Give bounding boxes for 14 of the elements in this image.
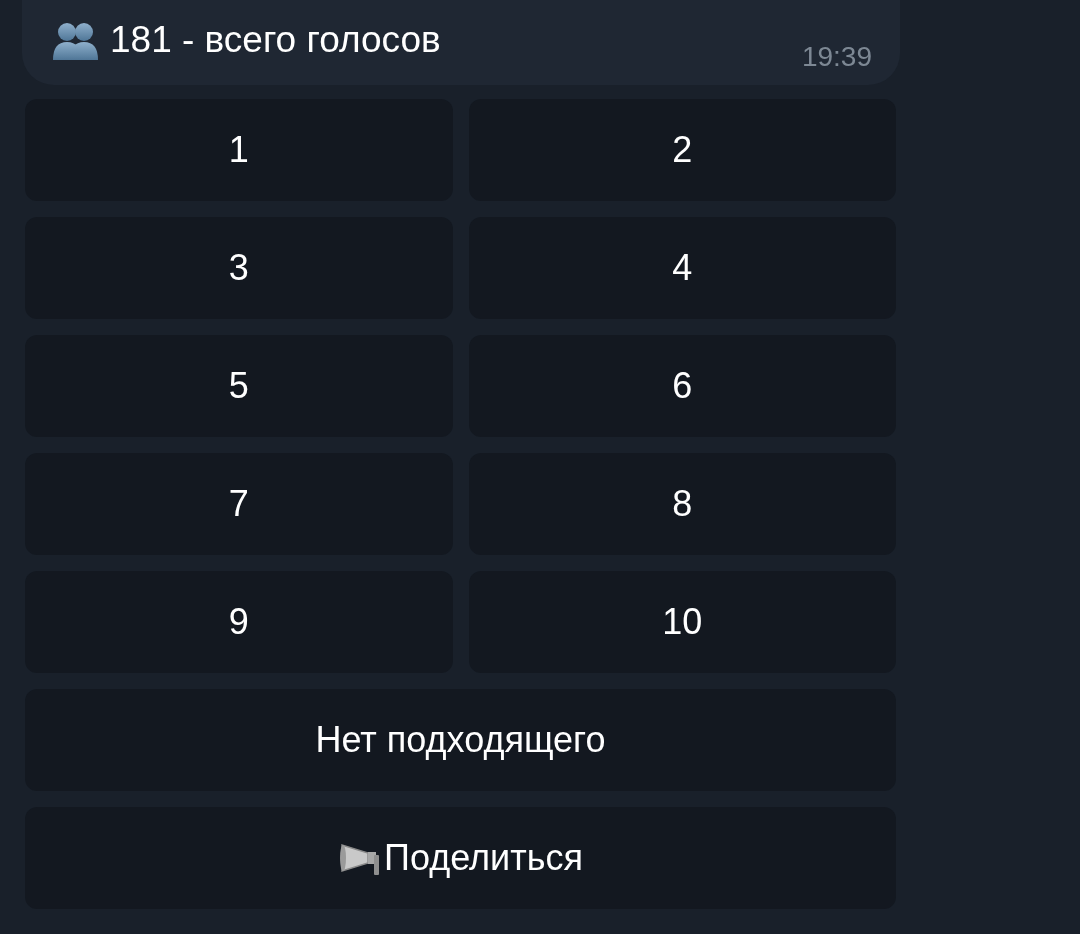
keyboard-button[interactable]: 7 <box>25 453 453 555</box>
keyboard-button[interactable]: 1 <box>25 99 453 201</box>
keyboard-button[interactable]: 8 <box>468 453 896 555</box>
keyboard-button[interactable]: 4 <box>468 217 896 319</box>
keyboard-button[interactable]: 9 <box>25 571 453 673</box>
message-time: 19:39 <box>801 40 872 74</box>
keyboard-button[interactable]: 6 <box>468 335 896 437</box>
keyboard-button[interactable]: 10 <box>468 571 896 673</box>
message-text: 181 - всего голосов <box>110 18 441 62</box>
keyboard-button[interactable]: Поделиться <box>25 807 896 909</box>
keyboard-button[interactable]: 2 <box>468 99 896 201</box>
keyboard-button[interactable]: 3 <box>25 217 453 319</box>
keyboard-button[interactable]: Нет подходящего <box>25 689 896 791</box>
keyboard-button[interactable]: 5 <box>25 335 453 437</box>
